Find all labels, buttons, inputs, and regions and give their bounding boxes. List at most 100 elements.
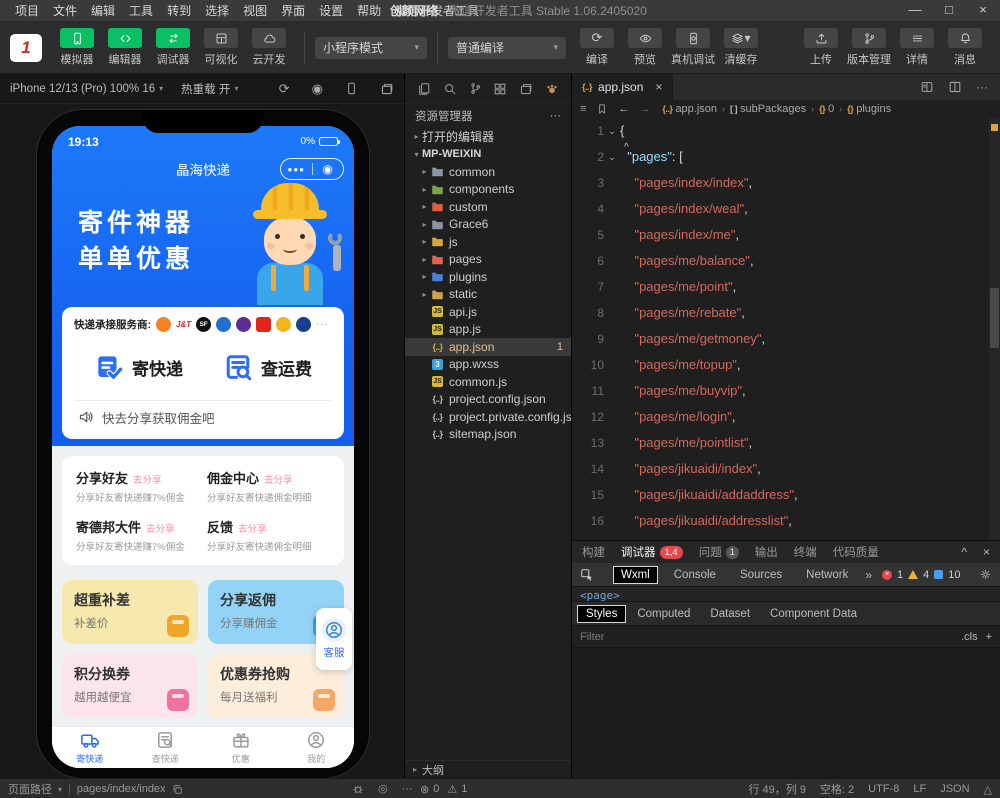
panel-tab-输出[interactable]: 输出	[755, 544, 778, 560]
share-grid-item[interactable]: 分享好友去分享分享好友寄快递赚7%佣金	[76, 468, 199, 504]
eye-icon[interactable]: ◎	[378, 784, 388, 795]
user-avatar[interactable]: 1	[10, 34, 42, 62]
share-grid-item[interactable]: 反馈去分享分享好友寄快递佣金明细	[207, 517, 330, 553]
devtools-tab-Wxml[interactable]: Wxml	[614, 567, 657, 583]
more-icon[interactable]: ···	[402, 783, 413, 795]
breadcrumb-segment-subPackages[interactable]: [ ]subPackages	[730, 103, 806, 115]
explorer-icon[interactable]	[417, 82, 431, 96]
tabbar-item-优惠[interactable]: 优惠	[203, 727, 279, 768]
vconsole-bug-icon[interactable]	[352, 783, 364, 795]
mode-select[interactable]: 小程序模式▾	[315, 37, 427, 59]
back-icon[interactable]: ←	[618, 103, 629, 115]
toolbar-button-上传[interactable]: 上传	[798, 28, 844, 67]
editor-layout-icon[interactable]	[519, 82, 533, 96]
close-panel-icon[interactable]: ×	[983, 545, 990, 559]
toolbar-button-预览[interactable]: 预览	[622, 28, 668, 67]
close-button[interactable]: ×	[966, 0, 1000, 22]
promo-card[interactable]: 超重补差补差价	[62, 580, 198, 644]
more-tabs-icon[interactable]: »	[865, 568, 872, 582]
share-grid-item[interactable]: 佣金中心去分享分享好友寄快递佣金明细	[207, 468, 330, 504]
styles-tab-styles[interactable]: Styles	[578, 606, 625, 622]
code-editor[interactable]: 1⌄{2⌄ "pages": [3 "pages/index/index",4 …	[572, 118, 1000, 540]
breadcrumb-segment-0[interactable]: {}0	[819, 103, 834, 115]
tree-item-project.config.json[interactable]: {..}project.config.json	[405, 391, 571, 409]
menu-item-编辑[interactable]: 编辑	[84, 0, 122, 22]
editor-scrollbar[interactable]	[989, 118, 1000, 540]
toolbar-button-调试器[interactable]: 调试器	[150, 28, 196, 67]
customer-service-float[interactable]: 客服	[316, 608, 352, 670]
toolbar-button-编译[interactable]: ⟳编译	[574, 28, 620, 67]
source-control-icon[interactable]	[469, 82, 482, 95]
tree-item-project.private.config.js…[interactable]: {..}project.private.config.js…	[405, 408, 571, 426]
toolbar-button-清缓存[interactable]: ▾清缓存	[718, 28, 764, 67]
outline-section[interactable]: ▸大纲	[405, 760, 571, 778]
tabbar-item-寄快递[interactable]: 寄快递	[52, 727, 128, 768]
tree-opened-editors[interactable]: ▸打开的编辑器	[405, 128, 571, 146]
toolbar-button-云开发[interactable]: 云开发	[246, 28, 292, 67]
toolbar-button-编辑器[interactable]: 编辑器	[102, 28, 148, 67]
providers-more[interactable]: ···	[316, 319, 329, 330]
devtools-tab-Sources[interactable]: Sources	[733, 567, 789, 583]
toolbar-button-详情[interactable]: 详情	[894, 28, 940, 67]
styles-tab-computed[interactable]: Computed	[629, 606, 698, 622]
open-preview-icon[interactable]	[920, 80, 934, 94]
copy-icon[interactable]	[172, 784, 183, 795]
fold-chevron-icon[interactable]: ⌄	[604, 144, 620, 170]
send-express-button[interactable]: 寄快递	[94, 352, 183, 382]
menu-item-界面[interactable]: 界面	[274, 0, 312, 22]
menu-item-帮助[interactable]: 帮助	[350, 0, 388, 22]
page-path-label[interactable]: 页面路径	[8, 781, 52, 797]
tree-item-components[interactable]: ▸components	[405, 181, 571, 199]
status-item[interactable]: 行 49，列 9	[748, 781, 805, 797]
tree-item-app.wxss[interactable]: 3app.wxss	[405, 356, 571, 374]
toolbar-button-可视化[interactable]: 可视化	[198, 28, 244, 67]
check-freight-button[interactable]: 查运费	[223, 352, 312, 382]
problems-summary[interactable]: ⊗0 ⚠1	[420, 779, 467, 798]
bookmark-icon[interactable]	[596, 103, 608, 115]
cls-toggle[interactable]: .cls	[961, 631, 978, 643]
toolbar-button-真机调试[interactable]: 真机调试	[670, 28, 716, 67]
tree-item-app.json[interactable]: {..}app.json1	[405, 338, 571, 356]
tree-item-app.js[interactable]: JSapp.js	[405, 321, 571, 339]
tree-item-api.js[interactable]: JSapi.js	[405, 303, 571, 321]
extensions-icon[interactable]	[493, 82, 507, 96]
status-item[interactable]: JSON	[940, 783, 969, 795]
more-actions-icon[interactable]: ···	[550, 110, 562, 122]
tree-item-common[interactable]: ▸common	[405, 163, 571, 181]
multi-window-icon[interactable]	[380, 82, 394, 96]
tree-item-custom[interactable]: ▸custom	[405, 198, 571, 216]
status-item[interactable]: 空格: 2	[820, 781, 854, 797]
share-grid-item[interactable]: 寄德邦大件去分享分享好友寄快递赚7%佣金	[76, 517, 199, 553]
tree-root-mp-weixin[interactable]: ▾MP-WEIXIN	[405, 146, 571, 164]
devtools-tab-Network[interactable]: Network	[799, 567, 855, 583]
status-item[interactable]: UTF-8	[868, 783, 899, 795]
menu-item-文件[interactable]: 文件	[46, 0, 84, 22]
menu-icon[interactable]: ≡	[580, 103, 586, 115]
toolbar-button-消息[interactable]: 消息	[942, 28, 988, 67]
filter-input[interactable]: Filter	[580, 631, 604, 643]
console-counters[interactable]: × 1 4 10	[882, 569, 961, 581]
styles-tab-dataset[interactable]: Dataset	[702, 606, 758, 622]
device-frame-icon[interactable]	[345, 82, 358, 95]
toolbar-button-模拟器[interactable]: 模拟器	[54, 28, 100, 67]
panel-tab-问题[interactable]: 问题1	[699, 544, 739, 560]
inspect-element-icon[interactable]	[580, 568, 594, 582]
tree-item-Grace6[interactable]: ▸Grace6	[405, 216, 571, 234]
tabbar-item-我的[interactable]: 我的	[279, 727, 355, 768]
tree-item-js[interactable]: ▸js	[405, 233, 571, 251]
tree-item-common.js[interactable]: JScommon.js	[405, 373, 571, 391]
styles-tab-component-data[interactable]: Component Data	[762, 606, 865, 622]
record-icon[interactable]: ◉	[312, 82, 323, 95]
breadcrumb-segment-app.json[interactable]: {..}app.json	[662, 103, 717, 115]
menu-item-项目[interactable]: 项目	[8, 0, 46, 22]
scrollbar-thumb[interactable]	[990, 288, 999, 348]
tab-app-json[interactable]: {..} app.json ×	[572, 74, 673, 100]
hot-reload-toggle[interactable]: 热重载 开	[181, 81, 230, 97]
menu-item-工具[interactable]: 工具	[122, 0, 160, 22]
fold-chevron-icon[interactable]: ⌄	[604, 118, 620, 144]
close-tab-icon[interactable]: ×	[655, 80, 662, 94]
tree-item-sitemap.json[interactable]: {..}sitemap.json	[405, 426, 571, 444]
settings-gear-icon[interactable]	[979, 568, 992, 581]
restart-icon[interactable]: ⟳	[279, 82, 290, 95]
menu-item-转到[interactable]: 转到	[160, 0, 198, 22]
